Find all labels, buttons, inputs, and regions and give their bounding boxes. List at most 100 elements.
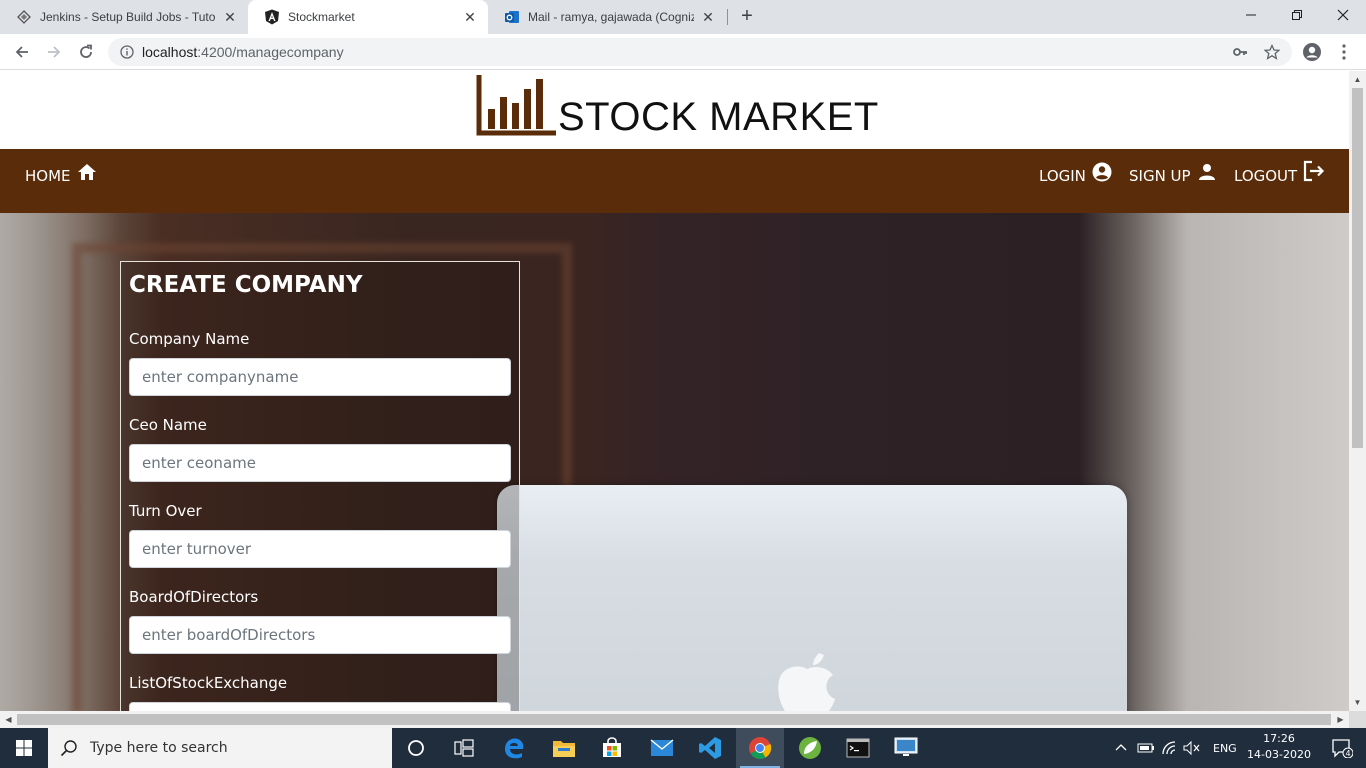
info-icon[interactable] (120, 45, 134, 59)
account-circle-icon (1092, 162, 1112, 182)
jenkins-icon (16, 9, 32, 25)
notification-count: 4 (1345, 749, 1350, 758)
company-name-input[interactable] (129, 358, 511, 396)
browser-tab-strip: Jenkins - Setup Build Jobs - Tuto ✕ Stoc… (0, 0, 1366, 34)
minimize-button[interactable] (1228, 0, 1274, 30)
outlook-icon (504, 9, 520, 25)
tab-separator (727, 9, 728, 25)
stock-exchange-list-input[interactable] (129, 702, 511, 711)
tab-title: Jenkins - Setup Build Jobs - Tuto (40, 10, 216, 24)
back-button[interactable] (8, 38, 36, 66)
tab-stockmarket[interactable]: Stockmarket ✕ (248, 0, 488, 34)
main-navbar: HOME LOGIN SIGN UP LOGOUT (0, 149, 1349, 213)
new-tab-button[interactable]: + (736, 6, 758, 28)
vertical-scrollbar[interactable]: ▲ ▼ (1349, 71, 1366, 711)
nav-home[interactable]: HOME (25, 164, 97, 185)
task-view-icon[interactable] (440, 728, 488, 768)
nav-home-label: HOME (25, 167, 71, 185)
key-icon[interactable] (1230, 42, 1250, 62)
bookmark-star-icon[interactable] (1262, 42, 1282, 62)
board-of-directors-label: BoardOfDirectors (129, 588, 259, 606)
volume-muted-icon[interactable] (1183, 740, 1201, 756)
tab-title: Mail - ramya, gajawada (Cogniza (528, 10, 694, 24)
tab-mail[interactable]: Mail - ramya, gajawada (Cogniza ✕ (488, 0, 726, 34)
logo-text: STOCK MARKET (558, 95, 879, 139)
logout-icon (1304, 160, 1325, 182)
browser-toolbar: localhost:4200/managecompany (0, 34, 1366, 70)
clock-time: 17:26 (1263, 732, 1295, 745)
mail-icon[interactable] (638, 728, 686, 768)
horizontal-scrollbar[interactable]: ◀ ▶ (0, 711, 1349, 728)
taskbar-search-box[interactable]: Type here to search (48, 728, 392, 768)
system-tray: ENG (1113, 728, 1237, 768)
url-host: localhost (142, 44, 198, 60)
chevron-up-icon[interactable] (1113, 740, 1129, 756)
clock-date: 14-03-2020 (1247, 748, 1311, 761)
tab-title: Stockmarket (288, 10, 355, 24)
remote-desktop-icon[interactable] (882, 728, 930, 768)
command-prompt-icon[interactable] (834, 728, 882, 768)
scroll-down-arrow-icon[interactable]: ▼ (1349, 694, 1366, 711)
hero-background: CREATE COMPANY Company Name Ceo Name Tur… (0, 213, 1349, 711)
laptop-image (497, 485, 1127, 711)
edge-browser-icon[interactable] (490, 728, 538, 768)
home-icon (77, 164, 96, 180)
url-path: :4200/managecompany (197, 44, 344, 60)
ceo-name-label: Ceo Name (129, 416, 207, 434)
form-title: CREATE COMPANY (129, 272, 363, 298)
page-viewport: STOCK MARKET HOME LOGIN SIGN UP LOGOUT C… (0, 71, 1349, 711)
file-explorer-icon[interactable] (540, 728, 588, 768)
address-bar[interactable]: localhost:4200/managecompany (108, 38, 1292, 66)
nav-signup-label: SIGN UP (1129, 167, 1191, 185)
board-of-directors-input[interactable] (129, 616, 511, 654)
create-company-form: CREATE COMPANY Company Name Ceo Name Tur… (120, 261, 520, 711)
site-logo[interactable]: STOCK MARKET (476, 75, 879, 137)
nav-logout-label: LOGOUT (1234, 167, 1298, 185)
scroll-left-arrow-icon[interactable]: ◀ (0, 711, 17, 728)
tab-jenkins[interactable]: Jenkins - Setup Build Jobs - Tuto ✕ (0, 0, 248, 34)
close-tab-icon[interactable]: ✕ (222, 9, 238, 25)
angular-icon (264, 9, 280, 25)
taskbar-search-placeholder: Type here to search (90, 740, 228, 756)
apple-logo-icon (778, 653, 835, 711)
nav-logout[interactable]: LOGOUT (1234, 160, 1325, 185)
site-header: STOCK MARKET (0, 71, 1349, 149)
notifications-icon[interactable]: 4 (1318, 728, 1366, 768)
restore-button[interactable] (1274, 0, 1320, 30)
vscode-icon[interactable] (686, 728, 734, 768)
language-indicator[interactable]: ENG (1213, 742, 1237, 755)
microsoft-store-icon[interactable] (588, 728, 636, 768)
nav-signup[interactable]: SIGN UP (1129, 164, 1217, 185)
stock-exchange-list-label: ListOfStockExchange (129, 674, 288, 692)
ceo-name-input[interactable] (129, 444, 511, 482)
spring-tool-icon[interactable] (786, 728, 834, 768)
wifi-icon[interactable] (1161, 740, 1179, 756)
close-tab-icon[interactable]: ✕ (700, 9, 716, 25)
taskbar-clock[interactable]: 17:26 14-03-2020 (1244, 731, 1314, 763)
company-name-label: Company Name (129, 330, 250, 348)
turnover-input[interactable] (129, 530, 511, 568)
url-text: localhost:4200/managecompany (142, 44, 344, 60)
horizontal-scroll-thumb[interactable] (17, 714, 1331, 725)
windows-logo-icon (16, 740, 32, 756)
windows-start-button[interactable] (0, 728, 48, 768)
bar-chart-logo-icon (476, 75, 556, 136)
menu-icon[interactable] (1334, 42, 1354, 62)
close-window-button[interactable] (1320, 0, 1366, 30)
reload-button[interactable] (72, 38, 100, 66)
profile-icon[interactable] (1302, 42, 1322, 62)
scrollbar-corner (1349, 711, 1366, 728)
turnover-label: Turn Over (129, 502, 202, 520)
nav-login[interactable]: LOGIN (1039, 162, 1112, 185)
scroll-up-arrow-icon[interactable]: ▲ (1349, 71, 1366, 88)
search-icon (60, 740, 77, 757)
cortana-icon[interactable] (392, 728, 440, 768)
vertical-scroll-thumb[interactable] (1352, 88, 1363, 448)
scroll-right-arrow-icon[interactable]: ▶ (1332, 711, 1349, 728)
person-icon (1198, 164, 1215, 180)
chrome-icon[interactable] (736, 728, 784, 768)
forward-button[interactable] (40, 38, 68, 66)
battery-icon[interactable] (1137, 740, 1155, 756)
close-tab-icon[interactable]: ✕ (462, 9, 478, 25)
windows-taskbar: Type here to search ENG 17:26 14-03-2020… (0, 728, 1366, 768)
